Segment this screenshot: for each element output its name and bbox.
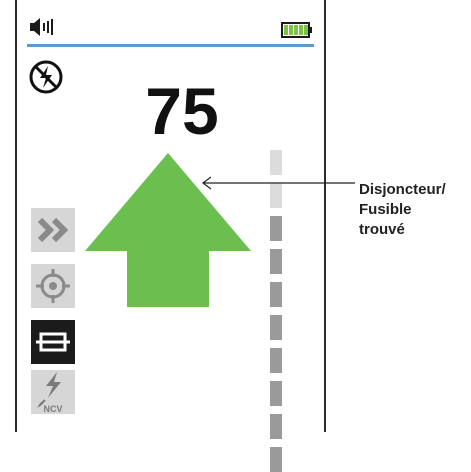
battery-bar (304, 25, 308, 35)
callout-line-3: trouvé (359, 221, 405, 238)
battery-bar (294, 25, 298, 35)
gauge-segment (270, 315, 282, 340)
gauge-segment (270, 150, 282, 175)
ncv-label: NCV (43, 404, 62, 414)
speaker-icon (30, 18, 53, 36)
battery-bar (284, 25, 288, 35)
gauge-segment (270, 348, 282, 373)
gauge-segment (270, 447, 282, 472)
mode-fast-forward-button[interactable] (31, 208, 75, 252)
double-chevron-right-icon (37, 217, 69, 243)
mode-fuse-button[interactable] (31, 320, 75, 364)
gauge-segment (270, 381, 282, 406)
mode-ncv-button[interactable]: NCV (31, 370, 75, 414)
gauge-segment (270, 249, 282, 274)
battery-bar (299, 25, 303, 35)
crosshair-icon (36, 269, 70, 303)
device-screen: 75 NCV (15, 0, 326, 472)
no-voltage-icon (29, 60, 63, 94)
battery-icon (281, 22, 312, 38)
up-arrow-icon (85, 153, 251, 307)
signal-reading: 75 (145, 74, 219, 148)
battery-bar (289, 25, 293, 35)
mode-target-button[interactable] (31, 264, 75, 308)
ncv-icon: NCV (37, 372, 63, 414)
gauge-segment (270, 216, 282, 241)
gauge-segment (270, 282, 282, 307)
callout-line-1: Disjoncteur/ (359, 181, 446, 198)
status-bar (17, 0, 324, 48)
fuse-icon (36, 332, 70, 352)
gauge-segment (270, 414, 282, 439)
callout-line-2: Fusible (359, 201, 412, 218)
gauge-segment (270, 183, 282, 208)
status-divider (27, 44, 314, 47)
callout-label: Disjoncteur/ Fusible trouvé (359, 180, 471, 240)
